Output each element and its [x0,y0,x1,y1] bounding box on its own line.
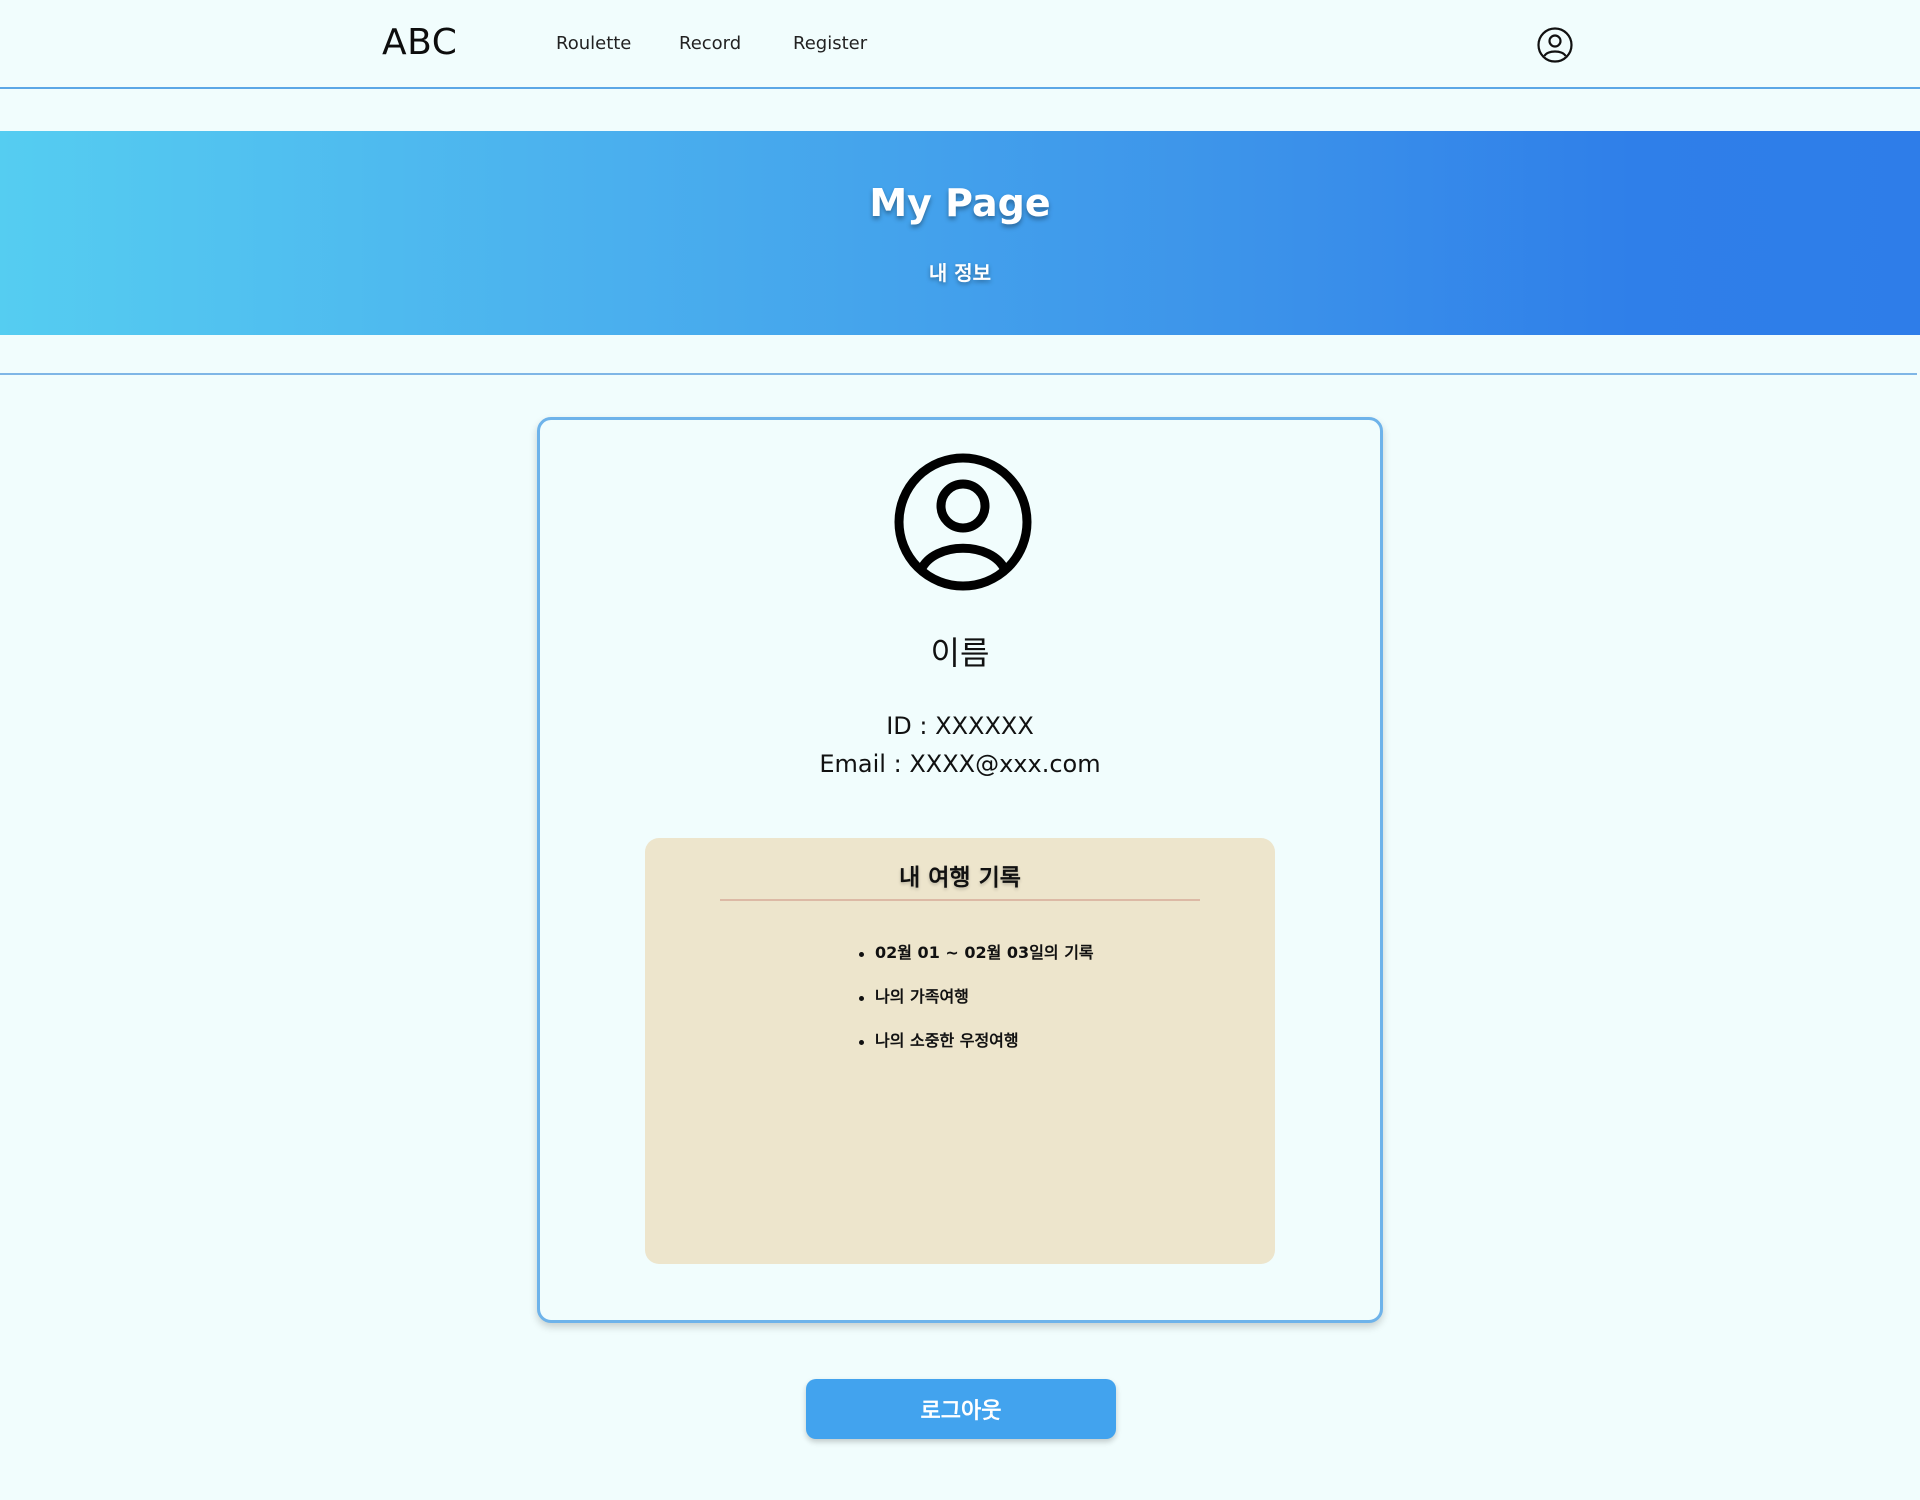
nav-link-register[interactable]: Register [793,33,867,54]
user-email: Email : XXXX@xxx.com [819,750,1101,778]
section-divider [0,373,1917,375]
user-id: ID : XXXXXX [886,712,1034,740]
nav-link-roulette[interactable]: Roulette [556,33,631,54]
logout-button[interactable]: 로그아웃 [806,1379,1116,1439]
page-header-banner: My Page 내 정보 [0,131,1920,335]
brand-logo[interactable]: ABC [382,22,457,63]
travel-records-divider [720,899,1200,901]
profile-card: 이름 ID : XXXXXX Email : XXXX@xxx.com 내 여행… [537,417,1383,1323]
nav-link-record[interactable]: Record [679,33,741,54]
travel-record-item[interactable]: 나의 소중한 우정여행 [859,1031,1094,1075]
travel-records-list: 02월 01 ~ 02월 03일의 기록 나의 가족여행 나의 소중한 우정여행 [859,943,1094,1075]
travel-records-panel: 내 여행 기록 02월 01 ~ 02월 03일의 기록 나의 가족여행 나의 … [645,838,1275,1264]
travel-record-item[interactable]: 02월 01 ~ 02월 03일의 기록 [859,943,1094,987]
page-title: My Page [869,181,1051,225]
top-navbar: ABC Roulette Record Register [0,0,1920,89]
travel-records-title: 내 여행 기록 [899,865,1021,891]
page-subtitle: 내 정보 [928,261,992,285]
user-name: 이름 [930,634,990,672]
user-avatar-icon [894,453,1032,591]
user-profile-icon[interactable] [1537,27,1573,63]
travel-record-item[interactable]: 나의 가족여행 [859,987,1094,1031]
